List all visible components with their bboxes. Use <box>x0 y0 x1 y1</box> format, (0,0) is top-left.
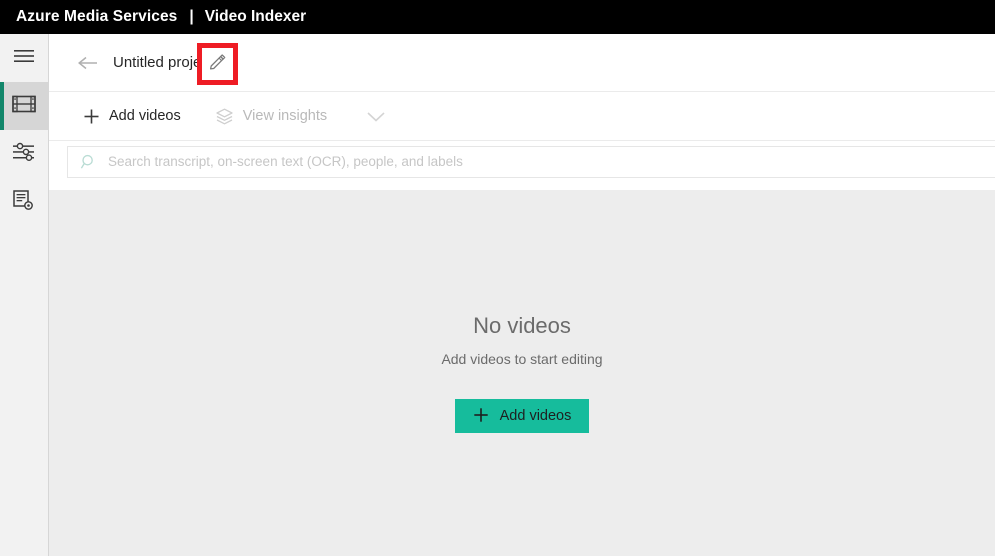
add-videos-label: Add videos <box>109 108 181 124</box>
back-arrow-icon[interactable] <box>77 52 99 74</box>
film-strip-icon <box>12 94 36 119</box>
search-row: Search transcript, on-screen text (OCR),… <box>49 141 995 182</box>
plus-icon <box>473 407 489 426</box>
sidebar <box>0 34 49 556</box>
sidebar-item-media[interactable] <box>0 82 48 130</box>
empty-state-subtitle: Add videos to start editing <box>441 351 603 367</box>
add-videos-cta-label: Add videos <box>499 408 572 424</box>
product-title: Video Indexer <box>204 8 307 25</box>
sliders-icon <box>12 141 36 168</box>
search-placeholder: Search transcript, on-screen text (OCR),… <box>108 154 463 169</box>
view-insights-label: View insights <box>242 108 328 124</box>
top-bar: Azure Media Services | Video Indexer <box>0 0 995 34</box>
document-settings-icon <box>12 189 36 216</box>
pencil-edit-icon[interactable] <box>208 52 227 76</box>
empty-state: No videos Add videos to start editing Ad… <box>49 190 995 556</box>
brand-separator: | <box>189 8 194 25</box>
hamburger-menu-icon <box>13 48 35 69</box>
layers-icon <box>215 106 235 126</box>
toolbar: Add videos View insights <box>49 91 995 141</box>
empty-state-title: No videos <box>473 313 571 338</box>
view-insights-button[interactable]: View insights <box>209 100 333 132</box>
search-input[interactable]: Search transcript, on-screen text (OCR),… <box>67 145 995 178</box>
project-title-row: Untitled project <box>49 34 995 91</box>
add-videos-cta-button[interactable]: Add videos <box>454 399 590 433</box>
add-videos-button[interactable]: Add videos <box>75 100 187 132</box>
sidebar-item-menu[interactable] <box>0 34 48 82</box>
edit-project-name-highlight <box>197 43 238 85</box>
plus-icon <box>81 106 101 126</box>
main-panel: Untitled project Add videos View insight… <box>49 34 995 556</box>
search-icon <box>78 151 100 173</box>
sidebar-item-account-settings[interactable] <box>0 178 48 226</box>
chevron-down-icon[interactable] <box>361 101 391 131</box>
sidebar-item-model-customization[interactable] <box>0 130 48 178</box>
brand-title: Azure Media Services <box>16 8 178 25</box>
